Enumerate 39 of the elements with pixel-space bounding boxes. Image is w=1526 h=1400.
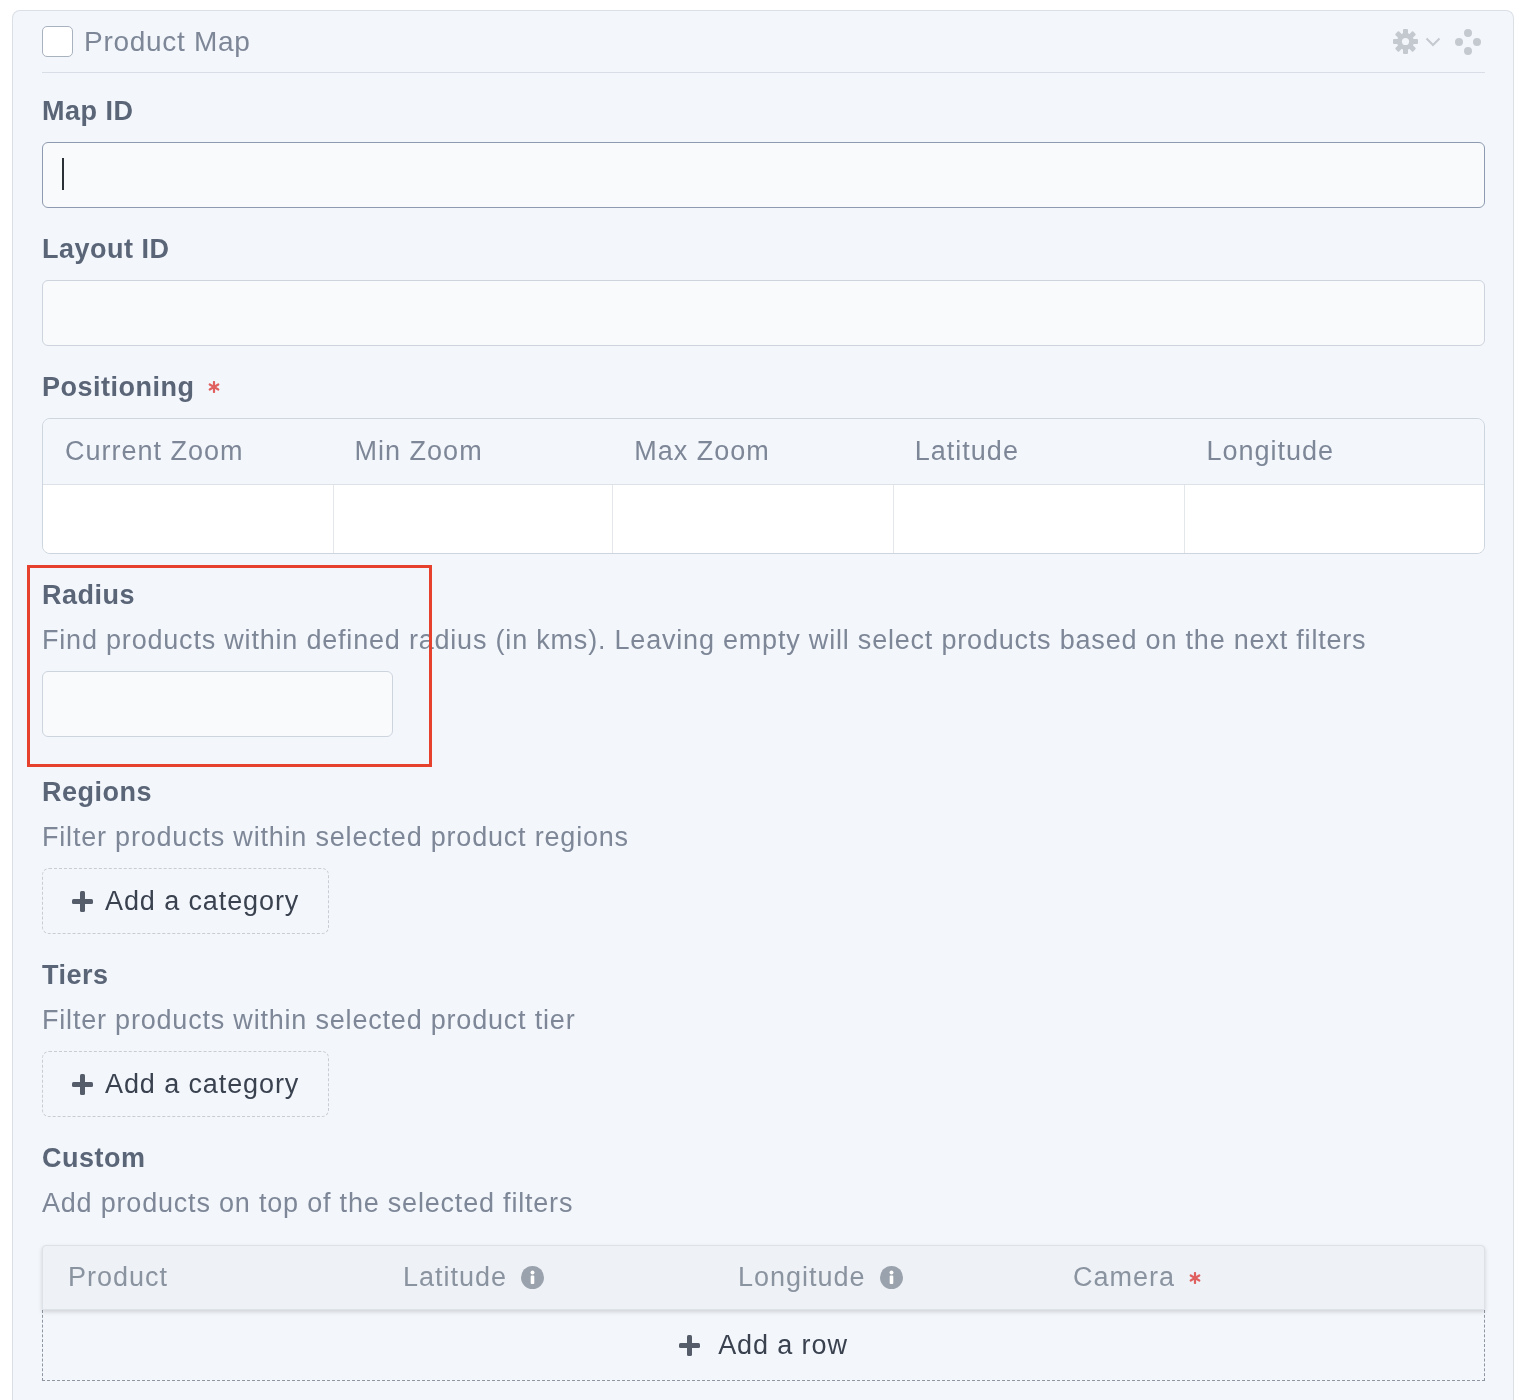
text-input-field[interactable] [42, 280, 1485, 346]
add-category-button[interactable]: Add a category [42, 1051, 329, 1117]
field-label: Map ID [42, 95, 134, 127]
field-label: Radius [42, 579, 136, 611]
field-label: Custom [42, 1142, 146, 1174]
field-description: Filter products within selected product regions [42, 821, 630, 853]
grid-input-cell[interactable] [1184, 485, 1484, 553]
plus-icon [679, 1334, 701, 1356]
grid-input-cell[interactable] [43, 485, 333, 553]
plus-icon [72, 890, 93, 912]
info-icon[interactable] [521, 1266, 545, 1289]
column-header: Longitude [738, 1262, 866, 1293]
field-description: Add products on top of the selected filters [42, 1187, 575, 1219]
field-label: Layout ID [42, 233, 170, 265]
settings-menu-button[interactable] [1393, 29, 1441, 54]
text-input-field[interactable] [42, 142, 1485, 208]
column-header: Product [68, 1262, 169, 1293]
column-header: Current Zoom [43, 419, 333, 485]
text-cursor-icon [62, 158, 64, 190]
grid-input-cell[interactable] [612, 485, 893, 553]
add-row-button[interactable]: Add a row [42, 1310, 1485, 1381]
chevron-down-icon [1425, 36, 1441, 47]
drag-handle-icon[interactable] [1455, 28, 1481, 55]
column-header: Camera [1073, 1262, 1176, 1293]
field-label: Regions [42, 776, 152, 808]
panel-checkbox[interactable] [42, 26, 73, 57]
add-category-button[interactable]: Add a category [42, 868, 329, 934]
plus-icon [72, 1073, 93, 1095]
field-label: Tiers [42, 959, 109, 991]
field-label: Positioning [42, 371, 195, 403]
text-input-field[interactable] [42, 671, 393, 737]
gear-icon [1393, 29, 1418, 54]
info-icon[interactable] [879, 1266, 903, 1289]
grid-input-cell[interactable] [332, 485, 613, 553]
column-header: Latitude [403, 1262, 508, 1293]
column-header: Longitude [1184, 419, 1484, 485]
panel-title: Product Map [84, 24, 251, 59]
grid-input-cell[interactable] [892, 485, 1185, 553]
field-description: Filter products within selected product tier [42, 1004, 577, 1036]
